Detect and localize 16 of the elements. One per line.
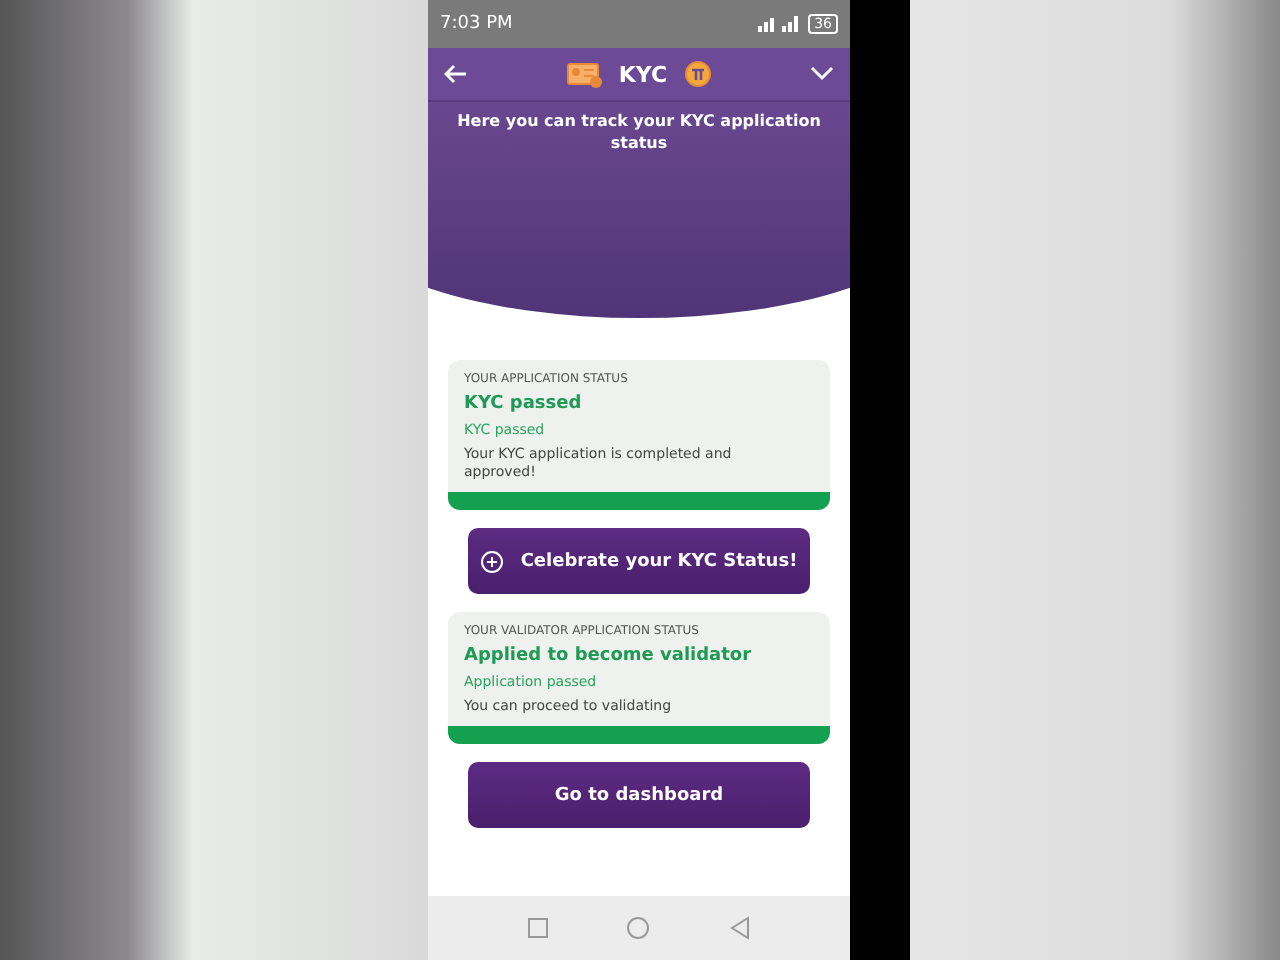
back-arrow-icon[interactable]	[444, 64, 468, 84]
square-icon[interactable]	[527, 918, 548, 938]
card-heading: Applied to become validator	[464, 646, 754, 666]
chevron-down-icon[interactable]	[810, 66, 834, 82]
action-button[interactable]: Go to dashboard	[468, 762, 810, 828]
intro-text: Here you can track your KYC application status	[455, 110, 823, 154]
action-button[interactable]: Celebrate your KYC Status!	[468, 528, 810, 594]
status-time: 7:03 PM	[440, 14, 513, 34]
signal-icon	[758, 16, 803, 32]
triangle-icon[interactable]	[730, 916, 751, 940]
pi-coin-icon	[683, 60, 712, 88]
card-heading: KYC passed	[464, 394, 584, 414]
id-card-icon	[566, 61, 603, 87]
header-title: KYC	[618, 61, 668, 87]
plus-circle-icon	[480, 549, 505, 573]
circle-icon[interactable]	[626, 916, 651, 940]
